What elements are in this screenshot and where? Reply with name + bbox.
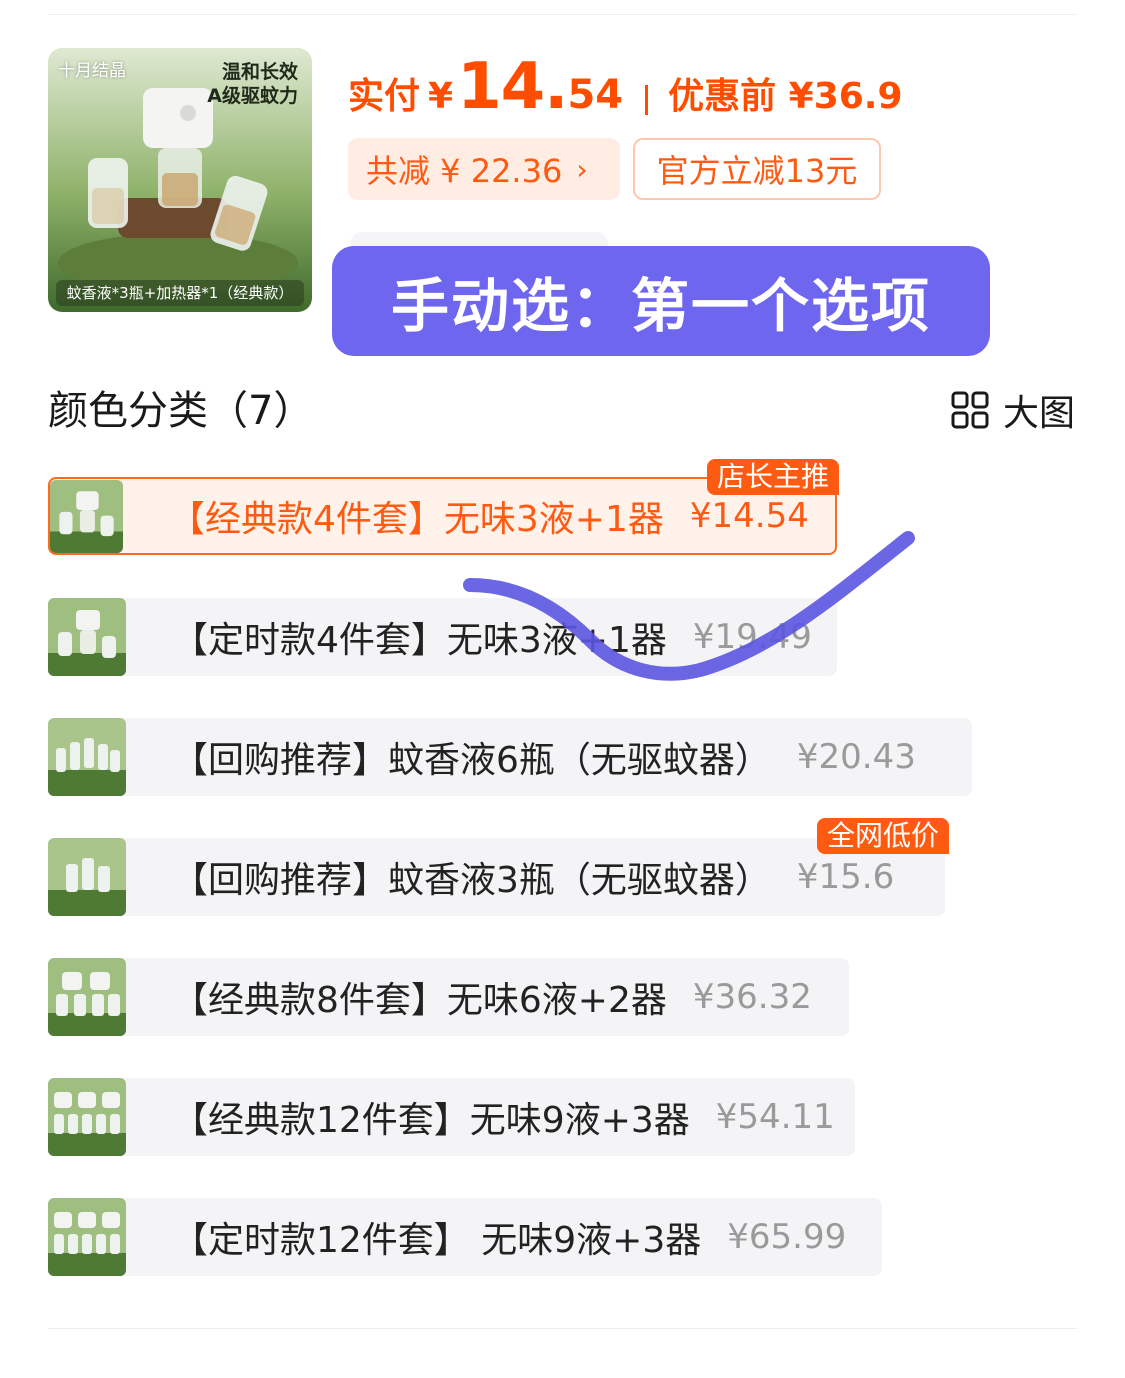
annotation-banner: 手动选：第一个选项 <box>332 246 990 356</box>
grid-icon <box>951 391 989 429</box>
section-title: 颜色分类（7） <box>48 388 314 434</box>
option-label: 【回购推荐】蚊香液3瓶（无驱蚊器） <box>172 860 771 901</box>
option-item[interactable]: 【经典款8件套】无味6液+2器 ¥36.32 <box>48 958 849 1036</box>
slogan-line-1: 温和长效 <box>221 61 298 83</box>
option-price: ¥20.43 <box>796 737 916 777</box>
total-discount-text: 共减 ¥ 22.36 <box>366 152 563 190</box>
bottom-divider <box>48 1328 1077 1329</box>
top-divider <box>48 14 1077 15</box>
option-thumbnail <box>48 598 126 676</box>
option-thumbnail <box>48 1078 126 1156</box>
pay-label: 实付 <box>348 76 421 117</box>
product-image[interactable]: 十月结晶 温和长效 A级驱蚊力 蚊香液*3瓶+加热器*1（经典款） <box>48 48 312 312</box>
option-price: ¥65.99 <box>727 1217 847 1257</box>
option-thumbnail <box>48 718 126 796</box>
option-price: ¥54.11 <box>715 1097 835 1137</box>
option-thumbnail <box>50 479 123 553</box>
option-label: 【回购推荐】蚊香液6瓶（无驱蚊器） <box>172 740 771 781</box>
option-tag: 店长主推 <box>706 459 839 495</box>
big-view-label: 大图 <box>1002 393 1075 434</box>
option-item[interactable]: 【经典款12件套】无味9液+3器 ¥54.11 <box>48 1078 855 1156</box>
price-divider <box>645 85 649 115</box>
total-discount-chip[interactable]: 共减 ¥ 22.36 › <box>348 138 620 200</box>
option-thumbnail <box>48 958 126 1036</box>
slogan-line-2: A级驱蚊力 <box>207 85 298 107</box>
official-discount-chip: 官方立减13元 <box>633 138 881 200</box>
option-item[interactable]: 【回购推荐】蚊香液3瓶（无驱蚊器） ¥15.6 全网低价 <box>48 818 949 916</box>
option-tag: 全网低价 <box>816 818 949 854</box>
option-thumbnail-image <box>48 598 126 676</box>
brand-watermark: 十月结晶 <box>58 61 126 81</box>
option-label: 【经典款8件套】无味6液+2器 <box>172 980 667 1021</box>
option-thumbnail-image <box>48 1198 126 1276</box>
option-thumbnail <box>48 1198 126 1276</box>
price-line: 实付 ¥ 14. 54 优惠前 ¥36.9 <box>348 50 903 130</box>
option-thumbnail-image <box>48 838 126 916</box>
option-label: 【定时款4件套】无味3液+1器 <box>172 620 667 661</box>
currency-symbol: ¥ <box>428 76 454 117</box>
big-view-button[interactable]: 大图 <box>951 384 1075 436</box>
price-decimal: 54 <box>567 72 624 118</box>
option-label: 【经典款12件套】无味9液+3器 <box>172 1100 690 1141</box>
product-slogan: 温和长效 A级驱蚊力 <box>207 60 298 108</box>
option-thumbnail-image <box>48 958 126 1036</box>
price-integer: 14. <box>457 50 568 124</box>
option-item[interactable]: 【定时款4件套】无味3液+1器 ¥19.49 <box>48 598 837 676</box>
price-before-discount: 优惠前 ¥36.9 <box>668 76 903 117</box>
option-label: 【经典款4件套】无味3液+1器 <box>169 499 664 540</box>
option-price: ¥15.6 <box>796 857 895 897</box>
option-thumbnail-image <box>48 718 126 796</box>
product-caption: 蚊香液*3瓶+加热器*1（经典款） <box>56 280 304 306</box>
option-price: ¥14.54 <box>689 496 809 536</box>
option-price: ¥36.32 <box>692 977 812 1017</box>
option-thumbnail <box>48 838 126 916</box>
option-item[interactable]: 【回购推荐】蚊香液6瓶（无驱蚊器） ¥20.43 <box>48 718 972 796</box>
option-thumbnail-image <box>48 1078 126 1156</box>
option-label: 【定时款12件套】 无味9液+3器 <box>172 1220 702 1261</box>
chevron-right-icon: › <box>576 152 588 186</box>
option-item[interactable]: 【定时款12件套】 无味9液+3器 ¥65.99 <box>48 1198 882 1276</box>
option-price: ¥19.49 <box>692 617 812 657</box>
option-thumbnail-image <box>50 479 123 553</box>
option-item[interactable]: 【经典款4件套】无味3液+1器 ¥14.54 店长主推 <box>48 459 839 555</box>
